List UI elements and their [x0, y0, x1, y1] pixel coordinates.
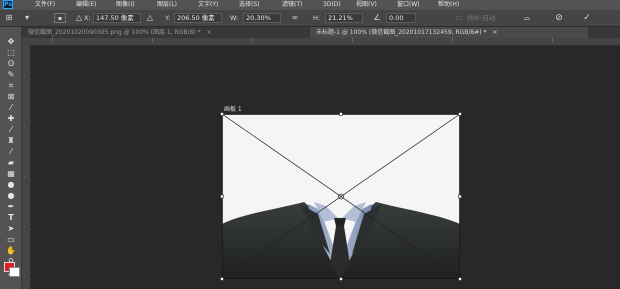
ruler-tick: –	[24, 225, 27, 230]
h-label: H:	[313, 14, 321, 22]
photoshop-logo: Ps	[3, 0, 13, 9]
y-input[interactable]: 206.50 像素	[174, 13, 222, 23]
menu-type[interactable]: 文字(Y)	[198, 0, 218, 10]
tab-label: 未标题-1 @ 100% (微信截图_20201017132459, RGB/8…	[316, 29, 487, 36]
menu-select[interactable]: 选择(S)	[239, 0, 260, 10]
menu-3d[interactable]: 3D(D)	[323, 0, 341, 10]
tab-document-1[interactable]: 微信截图_20201020090305.png @ 100% (图层 1, RG…	[22, 27, 310, 38]
lasso-tool-icon[interactable]: ʘ	[5, 59, 17, 68]
menu-layer[interactable]: 图层(L)	[157, 0, 177, 10]
brush-tool-icon[interactable]: ⁄	[5, 125, 17, 134]
menu-file[interactable]: 文件(F)	[35, 0, 55, 10]
document-tabs: 微信截图_20201020090305.png @ 100% (图层 1, RG…	[22, 27, 620, 38]
type-tool-icon[interactable]: T	[5, 213, 17, 222]
clone-stamp-tool-icon[interactable]: ♜	[5, 136, 17, 145]
menu-image[interactable]: 图像(I)	[116, 0, 134, 10]
w-label: W:	[230, 14, 239, 22]
y-label: Y:	[165, 14, 171, 22]
angle-input[interactable]: 0.00	[386, 13, 416, 23]
background-color-swatch[interactable]	[9, 267, 20, 277]
interpolation-label[interactable]: 插补:自动	[467, 13, 495, 23]
history-brush-tool-icon[interactable]: ⁄	[5, 147, 17, 156]
gradient-tool-icon[interactable]: ▦	[5, 169, 17, 178]
menu-bar: Ps 文件(F) 编辑(E) 图像(I) 图层(L) 文字(Y) 选择(S) 滤…	[0, 0, 620, 10]
path-selection-tool-icon[interactable]: ➤	[5, 224, 17, 233]
marquee-tool-icon[interactable]: ⬚	[5, 48, 17, 57]
frame-tool-icon[interactable]: ⊠	[5, 92, 17, 101]
ruler-tick: |	[152, 38, 154, 43]
ruler-tick: –	[24, 125, 27, 130]
healing-brush-tool-icon[interactable]: ✚	[5, 114, 17, 123]
menu-edit[interactable]: 编辑(E)	[76, 0, 96, 10]
horizontal-ruler: | | | | | |	[22, 38, 620, 46]
width-input[interactable]: 20.30%	[243, 13, 281, 23]
quick-select-tool-icon[interactable]: ✎	[5, 70, 17, 79]
pen-tool-icon[interactable]: ✒	[5, 202, 17, 211]
hand-tool-icon[interactable]: ✋	[5, 246, 17, 255]
interpolation-icon: ▭	[455, 13, 463, 22]
eyedropper-tool-icon[interactable]: ⁄	[5, 103, 17, 112]
crop-tool-icon[interactable]: ⌗	[5, 81, 17, 90]
relative-position-icon[interactable]: △	[74, 13, 84, 23]
ruler-tick: |	[452, 38, 454, 43]
triangle-icon: △	[146, 13, 154, 22]
artboard-label[interactable]: 画板 1	[224, 106, 242, 114]
height-input[interactable]: 21.21%	[325, 13, 363, 23]
ruler-tick: |	[52, 38, 54, 43]
ruler-tick: –	[24, 175, 27, 180]
tools-panel: ✥ ⬚ ʘ ✎ ⌗ ⊠ ⁄ ✚ ⁄ ♜ ⁄ ▰ ▦ ● ● ✒ T ➤ ▭ ✋ …	[0, 27, 22, 289]
reference-point-icon[interactable]: ▪	[54, 13, 66, 23]
ruler-tick: |	[352, 38, 354, 43]
link-icon[interactable]: ∞	[290, 13, 300, 23]
warp-icon[interactable]: ⌓	[522, 13, 532, 23]
options-bar: ⊞ ▾ ▪ △ X: 147.50 像素 △ Y: 206.50 像素 W: 2…	[0, 10, 620, 27]
vertical-ruler: – – – – –	[22, 45, 31, 289]
tab-label: 微信截图_20201020090305.png @ 100% (图层 1, RG…	[28, 29, 201, 36]
cancel-icon[interactable]: ⊘	[554, 13, 564, 23]
transform-bounding-box[interactable]	[220, 112, 462, 281]
menu-help[interactable]: 帮助(H)	[438, 0, 459, 10]
blur-tool-icon[interactable]: ●	[5, 180, 17, 189]
eraser-tool-icon[interactable]: ▰	[5, 158, 17, 167]
menu-filter[interactable]: 滤镜(T)	[282, 0, 302, 10]
menu-view[interactable]: 视图(V)	[356, 0, 377, 10]
menu-window[interactable]: 窗口(W)	[397, 0, 420, 10]
ruler-tick: |	[552, 38, 554, 43]
ruler-tick: |	[252, 38, 254, 43]
angle-icon: ∠	[373, 13, 381, 22]
transform-tool-icon[interactable]: ⊞	[4, 13, 14, 23]
shape-tool-icon[interactable]: ▭	[5, 235, 17, 244]
close-icon[interactable]: ×	[206, 29, 211, 36]
tab-document-2[interactable]: 未标题-1 @ 100% (微信截图_20201017132459, RGB/8…	[310, 27, 588, 38]
x-label: X:	[84, 14, 91, 22]
close-icon[interactable]: ×	[492, 29, 497, 36]
dodge-tool-icon[interactable]: ●	[5, 191, 17, 200]
commit-icon[interactable]: ✓	[582, 13, 592, 23]
ruler-tick: –	[24, 275, 27, 280]
x-input[interactable]: 147.50 像素	[93, 13, 141, 23]
chevron-down-icon[interactable]: ▾	[22, 13, 32, 23]
ruler-tick: –	[24, 75, 27, 80]
move-tool-icon[interactable]: ✥	[5, 37, 17, 46]
